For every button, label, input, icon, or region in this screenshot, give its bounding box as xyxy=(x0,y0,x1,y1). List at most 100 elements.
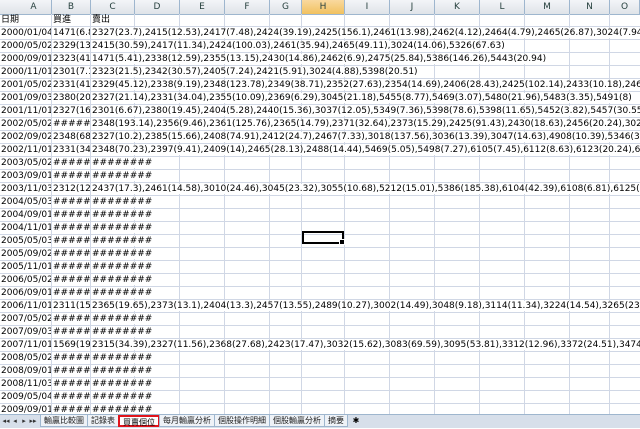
sheet-tab[interactable]: 每月輸贏分析 xyxy=(159,415,215,427)
buy-cell[interactable]: ######## xyxy=(52,118,91,131)
buy-cell[interactable]: 2348(68.48 xyxy=(52,131,91,144)
date-cell[interactable]: 2004/05/03 xyxy=(0,196,52,209)
buy-cell[interactable]: ######## xyxy=(52,196,91,209)
buy-cell[interactable]: 2329(137.4 xyxy=(52,40,91,53)
active-cell-selection[interactable] xyxy=(302,231,345,245)
date-cell[interactable]: 2003/09/01 xyxy=(0,170,52,183)
sheet-tab[interactable]: 個股操作明細 xyxy=(214,415,270,427)
buy-cell[interactable]: 2301(7.16) xyxy=(52,66,91,79)
buy-cell[interactable]: ######## xyxy=(52,404,91,414)
date-cell[interactable]: 2008/11/03 xyxy=(0,378,52,391)
buy-cell[interactable]: ######## xyxy=(52,352,91,365)
date-cell[interactable]: 2006/05/02 xyxy=(0,274,52,287)
buy-cell[interactable]: ######## xyxy=(52,391,91,404)
buy-cell[interactable]: ######## xyxy=(52,170,91,183)
date-cell[interactable]: 2000/09/01 xyxy=(0,53,52,66)
buy-cell[interactable]: ######## xyxy=(52,222,91,235)
sheet-tab[interactable]: 個股輸贏分析 xyxy=(269,415,325,427)
sell-cell[interactable]: 2323(21.5),2342(30.57),2405(7.24),2421(5… xyxy=(91,66,640,79)
sell-cell[interactable]: ######## xyxy=(91,222,640,235)
date-cell[interactable]: 2005/11/01 xyxy=(0,261,52,274)
date-cell[interactable]: 日期 xyxy=(0,14,52,27)
sell-cell[interactable]: 2348(193.14),2356(9.46),2361(125.76),236… xyxy=(91,118,640,131)
column-header-j[interactable]: J xyxy=(390,0,435,14)
prev-sheet-button[interactable]: ◂ xyxy=(11,416,19,427)
buy-cell[interactable]: ######## xyxy=(52,365,91,378)
sell-cell[interactable]: ######## xyxy=(91,378,640,391)
sell-cell[interactable]: 1471(5.41),2338(12.59),2355(13.15),2430(… xyxy=(91,53,640,66)
sell-cell[interactable]: 2437(17.3),2461(14.58),3010(24.46),3045(… xyxy=(91,183,640,196)
date-cell[interactable]: 2002/11/01 xyxy=(0,144,52,157)
buy-cell[interactable]: 2312(12.23 xyxy=(52,183,91,196)
column-header-h[interactable]: H xyxy=(302,0,345,14)
sheet-tab[interactable]: 摘要 xyxy=(324,415,348,427)
date-cell[interactable]: 2006/09/01 xyxy=(0,287,52,300)
date-cell[interactable]: 2001/05/02 xyxy=(0,79,52,92)
buy-cell[interactable]: ######## xyxy=(52,274,91,287)
buy-cell[interactable]: 2323(41.54 xyxy=(52,53,91,66)
date-cell[interactable]: 2000/11/01 xyxy=(0,66,52,79)
column-header-e[interactable]: E xyxy=(180,0,225,14)
sell-cell[interactable]: ######## xyxy=(91,235,640,248)
column-header-a[interactable]: A xyxy=(16,0,52,14)
column-header-g[interactable]: G xyxy=(270,0,302,14)
first-sheet-button[interactable]: ◂◂ xyxy=(2,416,10,427)
sheet-tab[interactable]: 記錄表 xyxy=(87,415,119,427)
column-header-k[interactable]: K xyxy=(435,0,480,14)
date-cell[interactable]: 2004/09/01 xyxy=(0,209,52,222)
buy-cell[interactable]: ######## xyxy=(52,209,91,222)
date-cell[interactable]: 2004/11/01 xyxy=(0,222,52,235)
buy-cell[interactable]: ######## xyxy=(52,235,91,248)
column-header-f[interactable]: F xyxy=(225,0,270,14)
buy-cell[interactable]: 1569(19.48 xyxy=(52,339,91,352)
next-sheet-button[interactable]: ▸ xyxy=(20,416,28,427)
column-header-l[interactable]: L xyxy=(480,0,525,14)
date-cell[interactable]: 2001/09/03 xyxy=(0,92,52,105)
buy-cell[interactable]: 買進 xyxy=(52,14,91,27)
date-cell[interactable]: 2009/09/01 xyxy=(0,404,52,414)
sell-cell[interactable]: ######## xyxy=(91,157,640,170)
date-cell[interactable]: 2000/01/04 xyxy=(0,27,52,40)
date-cell[interactable]: 2003/11/03 xyxy=(0,183,52,196)
date-cell[interactable]: 2008/09/01 xyxy=(0,365,52,378)
sell-cell[interactable]: ######## xyxy=(91,248,640,261)
date-cell[interactable]: 2005/05/03 xyxy=(0,235,52,248)
buy-cell[interactable]: ######## xyxy=(52,287,91,300)
buy-cell[interactable]: 2380(20.8) xyxy=(52,92,91,105)
date-cell[interactable]: 2008/05/02 xyxy=(0,352,52,365)
sell-cell[interactable]: 2348(70.23),2397(9.41),2409(14),2465(28.… xyxy=(91,144,640,157)
sell-cell[interactable]: ######## xyxy=(91,261,640,274)
sell-cell[interactable]: ######## xyxy=(91,209,640,222)
buy-cell[interactable]: ######## xyxy=(52,313,91,326)
buy-cell[interactable]: ######## xyxy=(52,326,91,339)
date-cell[interactable]: 2007/09/03 xyxy=(0,326,52,339)
date-cell[interactable]: 2000/05/02 xyxy=(0,40,52,53)
sell-cell[interactable]: ######## xyxy=(91,404,640,414)
buy-cell[interactable]: ######## xyxy=(52,378,91,391)
sheet-tab[interactable]: 買賣個位 xyxy=(118,415,160,427)
buy-cell[interactable]: 2331(41.76 xyxy=(52,79,91,92)
sell-cell[interactable]: ######## xyxy=(91,287,640,300)
buy-cell[interactable]: ######## xyxy=(52,261,91,274)
buy-cell[interactable]: 2327(16.82 xyxy=(52,105,91,118)
column-header-d[interactable]: D xyxy=(135,0,180,14)
buy-cell[interactable]: ######## xyxy=(52,248,91,261)
sell-cell[interactable]: ######## xyxy=(91,196,640,209)
last-sheet-button[interactable]: ▸▸ xyxy=(29,416,37,427)
sell-cell[interactable]: ######## xyxy=(91,352,640,365)
column-header-b[interactable]: B xyxy=(52,0,91,14)
sell-cell[interactable]: 賣出 xyxy=(91,14,640,27)
sheet-tab[interactable]: 輸贏比較圖 xyxy=(40,415,88,427)
column-header-o[interactable]: O xyxy=(610,0,640,14)
sell-cell[interactable]: ######## xyxy=(91,365,640,378)
sell-cell[interactable]: ######## xyxy=(91,313,640,326)
sell-cell[interactable]: 2415(30.59),2417(11.34),2424(100.03),246… xyxy=(91,40,640,53)
date-cell[interactable]: 2002/09/02 xyxy=(0,131,52,144)
date-cell[interactable]: 2001/11/01 xyxy=(0,105,52,118)
sell-cell[interactable]: 2365(19.65),2373(13.1),2404(13.3),2457(1… xyxy=(91,300,640,313)
spreadsheet-grid[interactable]: 日期 買進 賣出 2000/01/041471(6.87)2327(23.7),241… xyxy=(0,14,640,414)
buy-cell[interactable]: 2311(15.2) xyxy=(52,300,91,313)
sell-cell[interactable]: 2301(6.67),2380(19.45),2404(5.28),2440(1… xyxy=(91,105,640,118)
date-cell[interactable]: 2007/05/02 xyxy=(0,313,52,326)
sell-cell[interactable]: ######## xyxy=(91,326,640,339)
